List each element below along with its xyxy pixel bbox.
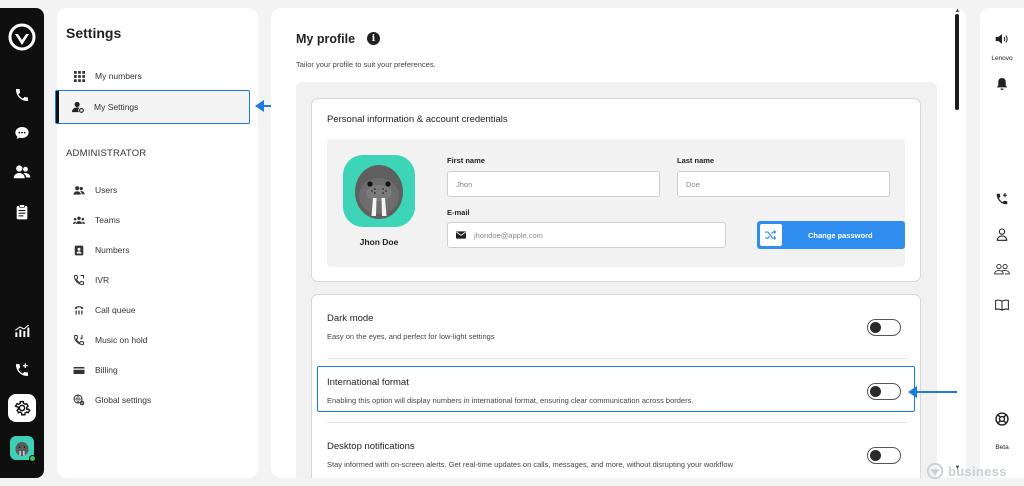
international-format-toggle[interactable] <box>867 383 901 400</box>
settings-item-label: Music on hold <box>95 335 148 345</box>
page-subtitle: Tailor your profile to suit your prefere… <box>296 60 436 69</box>
call-add-icon[interactable] <box>991 189 1013 209</box>
pref-title: International format <box>327 377 409 388</box>
profile-name: Jhon Doe <box>359 237 399 247</box>
teams-icon <box>73 214 85 226</box>
speaker-icon[interactable] <box>991 29 1013 49</box>
settings-title: Settings <box>66 25 122 41</box>
settings-item-my-settings[interactable]: My Settings <box>55 90 250 124</box>
personal-info-title: Personal information & account credentia… <box>327 114 508 125</box>
preferences-card: Dark mode Easy on the eyes, and perfect … <box>311 294 921 478</box>
divider <box>327 422 907 423</box>
pref-desc: Stay informed with on-screen alerts. Get… <box>327 460 734 469</box>
annotation-arrow-international-format <box>908 386 957 398</box>
settings-item-label: Global settings <box>95 395 152 405</box>
right-toolbar: Lenovo Beta <box>980 8 1024 478</box>
envelope-icon <box>456 231 466 239</box>
settings-item-label: Numbers <box>95 245 130 255</box>
first-name-label: First name <box>447 156 485 165</box>
divider <box>327 358 907 359</box>
main-content: My profile i Tailor your profile to suit… <box>271 8 966 478</box>
support-icon[interactable] <box>991 409 1013 429</box>
walrus-avatar-icon <box>355 165 403 219</box>
settings-item-label: Call queue <box>95 305 136 315</box>
beta-label: Beta <box>995 444 1009 451</box>
app-logo-icon[interactable] <box>7 22 37 52</box>
book-icon[interactable] <box>991 295 1013 315</box>
number-icon <box>73 244 85 256</box>
watermark: business <box>926 462 1007 480</box>
pref-row-international-format: International format Enabling this optio… <box>327 375 907 415</box>
device-label: Lenovo <box>991 55 1013 62</box>
settings-item-label: My Settings <box>94 102 139 112</box>
last-name-input[interactable]: Doe <box>677 171 890 197</box>
settings-item-global-settings[interactable]: Global settings <box>57 388 258 412</box>
administrator-section-title: ADMINISTRATOR <box>66 148 147 159</box>
music-hold-icon <box>73 334 85 346</box>
left-rail <box>0 8 44 478</box>
call-queue-icon <box>73 304 85 316</box>
settings-item-teams[interactable]: Teams <box>57 208 258 232</box>
last-name-label: Last name <box>677 156 715 165</box>
contacts-icon[interactable] <box>10 160 34 184</box>
user-icon[interactable] <box>991 224 1013 244</box>
page-title: My profile <box>296 32 356 46</box>
pref-desc: Easy on the eyes, and perfect for low-li… <box>327 332 495 341</box>
online-status-dot <box>29 455 36 462</box>
settings-item-call-queue[interactable]: Call queue <box>57 298 258 322</box>
desktop-notifications-toggle[interactable] <box>867 447 901 464</box>
pref-desc: Enabling this option will display number… <box>327 396 694 405</box>
change-password-label: Change password <box>808 230 873 240</box>
watermark-logo-icon <box>926 462 944 480</box>
pref-title: Desktop notifications <box>327 441 415 452</box>
call-add-icon[interactable] <box>10 358 34 382</box>
phone-icon[interactable] <box>10 83 34 107</box>
profile-canvas: Personal information & account credentia… <box>296 82 937 478</box>
globe-gear-icon <box>73 394 85 406</box>
grid-icon <box>73 70 85 82</box>
settings-item-numbers[interactable]: Numbers <box>57 238 258 262</box>
profile-avatar[interactable] <box>343 155 415 227</box>
chat-icon[interactable] <box>10 121 34 145</box>
billing-icon <box>73 364 85 376</box>
user-gear-icon <box>72 101 84 113</box>
settings-item-label: IVR <box>95 275 110 285</box>
email-label: E-mail <box>447 208 470 217</box>
pref-title: Dark mode <box>327 313 374 324</box>
email-value: jhondoe@apple.com <box>474 230 543 240</box>
analytics-icon[interactable] <box>10 319 34 343</box>
users-icon <box>73 184 85 196</box>
shuffle-icon <box>760 224 782 246</box>
settings-item-label: Billing <box>95 365 118 375</box>
settings-item-ivr[interactable]: IVR <box>57 268 258 292</box>
notes-icon[interactable] <box>10 200 34 224</box>
watermark-text: business <box>948 463 1007 479</box>
bell-icon[interactable] <box>991 74 1013 94</box>
pref-row-dark-mode: Dark mode Easy on the eyes, and perfect … <box>327 311 907 351</box>
ivr-icon <box>73 274 85 286</box>
group-icon[interactable] <box>991 259 1013 279</box>
settings-item-label: Users <box>95 185 118 195</box>
gear-icon[interactable] <box>8 394 36 422</box>
change-password-button[interactable]: Change password <box>757 221 905 249</box>
settings-item-my-numbers[interactable]: My numbers <box>57 64 258 88</box>
main-scrollbar[interactable]: ▲ ▼ <box>954 8 961 478</box>
scroll-thumb[interactable] <box>955 14 959 110</box>
settings-item-music-on-hold[interactable]: Music on hold <box>57 328 258 352</box>
pref-row-desktop-notifications: Desktop notifications Stay informed with… <box>327 439 907 478</box>
dark-mode-toggle[interactable] <box>867 319 901 336</box>
avatar[interactable] <box>10 436 36 462</box>
settings-item-label: Teams <box>95 215 121 225</box>
settings-item-users[interactable]: Users <box>57 178 258 202</box>
first-name-input[interactable]: Jhon <box>447 171 660 197</box>
info-icon[interactable]: i <box>367 32 380 45</box>
personal-info-form: Jhon Doe First name Jhon Last name Doe E… <box>327 139 905 267</box>
settings-panel: Settings My numbers My Settings ADMINIST… <box>55 8 258 478</box>
settings-item-billing[interactable]: Billing <box>57 358 258 382</box>
settings-item-label: My numbers <box>95 71 142 81</box>
email-input[interactable]: jhondoe@apple.com <box>447 222 726 248</box>
personal-info-card: Personal information & account credentia… <box>311 98 921 282</box>
